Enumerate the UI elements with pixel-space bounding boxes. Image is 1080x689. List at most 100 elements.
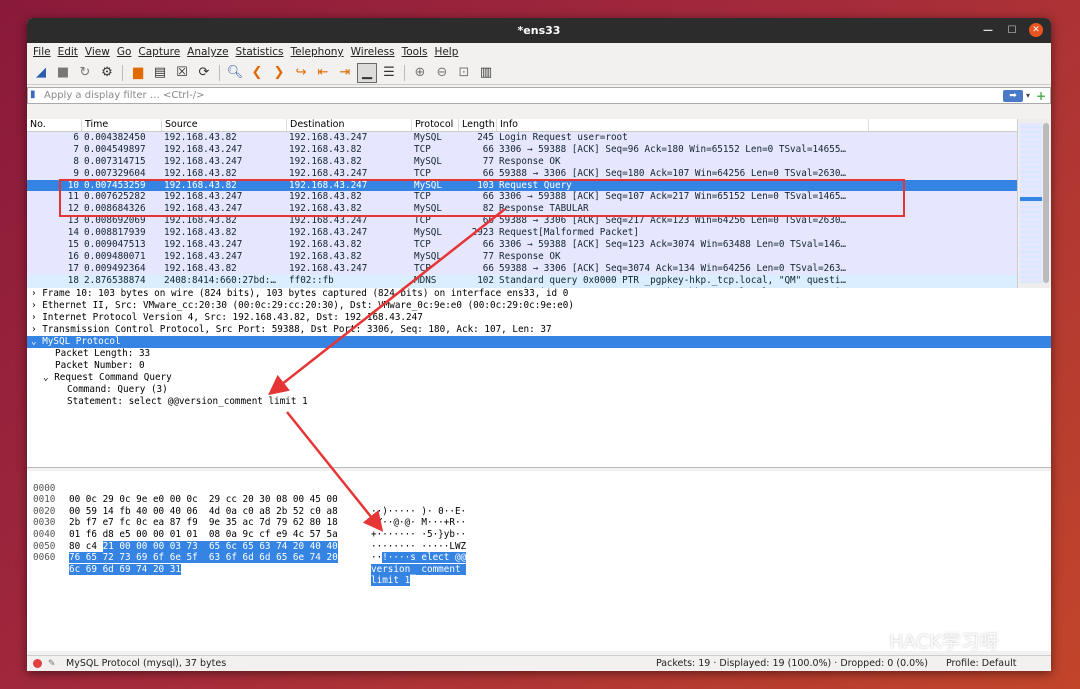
packet-length: 77: [482, 155, 494, 167]
packet-info: 3306 → 59388 [ACK] Seq=123 Ack=3074 Win=…: [499, 239, 847, 251]
detail-packet-number[interactable]: Packet Number: 0: [27, 360, 1051, 372]
hex-line[interactable]: 0060 6c 69 6d 69 74 20 31 limit 1: [27, 541, 1051, 587]
menu-wireless[interactable]: Wireless: [351, 46, 395, 58]
detail-mysql[interactable]: ⌄ MySQL Protocol: [27, 336, 1051, 348]
packet-list-scrollbar[interactable]: [1017, 119, 1051, 289]
packet-length: 66: [482, 262, 494, 274]
go-to-packet-icon[interactable]: ↪: [291, 63, 311, 83]
expert-info-icon[interactable]: [33, 659, 42, 668]
col-time[interactable]: Time: [82, 119, 162, 131]
packet-row[interactable]: 8 0.007314715 192.168.43.247 192.168.43.82 M…: [27, 155, 1051, 168]
col-length[interactable]: Length: [459, 119, 497, 131]
find-packet-icon[interactable]: 🔍︎: [225, 63, 245, 83]
detail-statement[interactable]: Statement: select @@version_comment limi…: [27, 396, 1051, 408]
detail-ethernet[interactable]: › Ethernet II, Src: VMware_cc:20:30 (00:…: [27, 300, 1051, 312]
status-profile[interactable]: Profile: Default: [946, 658, 1036, 669]
open-file-icon[interactable]: ▆: [128, 63, 148, 83]
go-last-icon[interactable]: ⇥: [335, 63, 355, 83]
packet-row[interactable]: 18 2.876538874 2408:8414:660:27bd:… ff02::f…: [27, 274, 1051, 287]
packet-time: 0.007329604: [84, 167, 146, 179]
detail-tcp[interactable]: › Transmission Control Protocol, Src Por…: [27, 324, 1051, 336]
resize-columns-icon[interactable]: ▥: [476, 63, 496, 83]
detail-packet-length[interactable]: Packet Length: 33: [27, 348, 1051, 360]
autoscroll-icon[interactable]: ▁: [357, 62, 377, 83]
reload-file-icon[interactable]: ⟳: [194, 63, 214, 83]
menu-telephony[interactable]: Telephony: [291, 46, 344, 58]
packet-no: 16: [67, 250, 79, 262]
packet-row[interactable]: 14 0.008817939 192.168.43.82 192.168.43.247…: [27, 227, 1051, 240]
stop-capture-icon[interactable]: ■: [53, 63, 73, 83]
filter-dropdown-icon[interactable]: ▾: [1026, 91, 1036, 100]
hex-line[interactable]: 0030 01 f6 d8 e5 00 00 01 01 08 0a 9c cf…: [27, 506, 1051, 551]
menu-statistics[interactable]: Statistics: [236, 46, 284, 58]
detail-ip[interactable]: › Internet Protocol Version 4, Src: 192.…: [27, 312, 1051, 324]
menu-analyze[interactable]: Analyze: [187, 46, 228, 58]
packet-no: 18: [67, 274, 79, 286]
packet-info: Request[Malformed Packet]: [499, 227, 639, 239]
col-destination[interactable]: Destination: [287, 119, 412, 131]
detail-frame[interactable]: › Frame 10: 103 bytes on wire (824 bits)…: [27, 288, 1051, 300]
packet-row[interactable]: 6 0.004382450 192.168.43.82 192.168.43.247 M…: [27, 132, 1051, 144]
packet-source: 192.168.43.82: [164, 167, 237, 179]
col-source[interactable]: Source: [162, 119, 287, 131]
close-file-icon[interactable]: ☒: [172, 63, 192, 83]
filter-placeholder[interactable]: Apply a display filter … <Ctrl-/>: [44, 90, 1003, 101]
packet-info: Login Request user=root: [499, 132, 628, 143]
go-back-icon[interactable]: ❮: [247, 63, 267, 83]
minimize-icon[interactable]: —: [981, 25, 995, 36]
colorize-icon[interactable]: ☰: [379, 63, 399, 83]
packet-destination: 192.168.43.82: [289, 155, 362, 167]
edit-comment-icon[interactable]: ✎: [48, 659, 60, 669]
zoom-in-icon[interactable]: ⊕: [410, 63, 430, 83]
hex-line[interactable]: 0040 80 c4 21 00 00 00 03 73 65 6c 65 63…: [27, 517, 1051, 564]
go-forward-icon[interactable]: ❯: [269, 63, 289, 83]
menu-view[interactable]: View: [85, 46, 110, 58]
start-capture-icon[interactable]: ◢: [31, 63, 51, 83]
packet-protocol: TCP: [414, 262, 431, 274]
bookmark-icon[interactable]: ▮: [30, 89, 42, 102]
zoom-out-icon[interactable]: ⊖: [432, 63, 452, 83]
status-bar: ✎ MySQL Protocol (mysql), 37 bytes Packe…: [27, 655, 1051, 671]
packet-row[interactable]: 16 0.009480071 192.168.43.247 192.168.43.82…: [27, 250, 1051, 263]
packet-row[interactable]: 9 0.007329604 192.168.43.82 192.168.43.247 T…: [27, 167, 1051, 180]
packet-row[interactable]: 7 0.004549897 192.168.43.247 192.168.43.82 T…: [27, 143, 1051, 156]
hex-line[interactable]: 0000 00 0c 29 0c 9e e0 00 0c 29 cc 20 30…: [27, 471, 1051, 517]
menu-help[interactable]: Help: [434, 46, 458, 58]
normal-size-icon[interactable]: ⊡: [454, 63, 474, 83]
capture-options-icon[interactable]: ⚙: [97, 63, 117, 83]
save-file-icon[interactable]: ▤: [150, 63, 170, 83]
col-info[interactable]: Info: [497, 119, 869, 131]
col-protocol[interactable]: Protocol: [412, 119, 459, 131]
menu-go[interactable]: Go: [117, 46, 132, 58]
packet-time: 0.009480071: [84, 250, 146, 262]
add-filter-button-icon[interactable]: +: [1036, 89, 1050, 103]
packet-length: 66: [482, 143, 494, 155]
packet-row[interactable]: 17 0.009492364 192.168.43.82 192.168.43.247…: [27, 262, 1051, 275]
restart-capture-icon[interactable]: ↻: [75, 63, 95, 83]
detail-request-command[interactable]: ⌄ Request Command Query: [27, 372, 1051, 384]
packet-no: 14: [67, 227, 79, 239]
hex-line[interactable]: 0020 2b f7 e7 fc 0c ea 87 f9 9e 35 ac 7d…: [27, 494, 1051, 540]
scrollbar-thumb[interactable]: [1043, 123, 1049, 283]
menu-capture[interactable]: Capture: [138, 46, 180, 58]
packet-time: 0.004382450: [84, 132, 146, 143]
packet-row[interactable]: 15 0.009047513 192.168.43.247 192.168.43.82…: [27, 239, 1051, 251]
hex-line[interactable]: 0050 76 65 72 73 69 6f 6e 5f 63 6f 6d 6d…: [27, 529, 1051, 575]
display-filter-bar[interactable]: ▮ Apply a display filter … <Ctrl-/> ➡ ▾ …: [27, 87, 1051, 104]
hex-line[interactable]: 0010 00 59 14 fb 40 00 40 06 4d 0a c0 a8…: [27, 483, 1051, 528]
maximize-icon[interactable]: ☐: [1005, 25, 1019, 36]
menu-file[interactable]: File: [33, 46, 51, 58]
menu-tools[interactable]: Tools: [402, 46, 428, 58]
packet-info: 59388 → 3306 [ACK] Seq=217 Ack=123 Win=6…: [499, 215, 847, 227]
packet-destination: 192.168.43.82: [289, 250, 362, 262]
main-toolbar: ◢ ■ ↻ ⚙ ▆ ▤ ☒ ⟳ 🔍︎ ❮ ❯ ↪ ⇤ ⇥ ▁ ☰ ⊕ ⊖ ⊡ ▥: [27, 61, 1051, 85]
go-first-icon[interactable]: ⇤: [313, 63, 333, 83]
apply-filter-icon[interactable]: ➡: [1003, 89, 1023, 102]
packet-info: 59388 → 3306 [ACK] Seq=180 Ack=107 Win=6…: [499, 167, 847, 179]
detail-command[interactable]: Command: Query (3): [27, 384, 1051, 396]
packet-row[interactable]: 13 0.008692069 192.168.43.82 192.168.43.247…: [27, 215, 1051, 228]
close-icon[interactable]: ✕: [1029, 23, 1043, 37]
col-no[interactable]: No.: [27, 119, 82, 131]
menu-edit[interactable]: Edit: [58, 46, 78, 58]
packet-bytes: 0000 00 0c 29 0c 9e e0 00 0c 29 cc 20 30…: [27, 471, 1051, 651]
